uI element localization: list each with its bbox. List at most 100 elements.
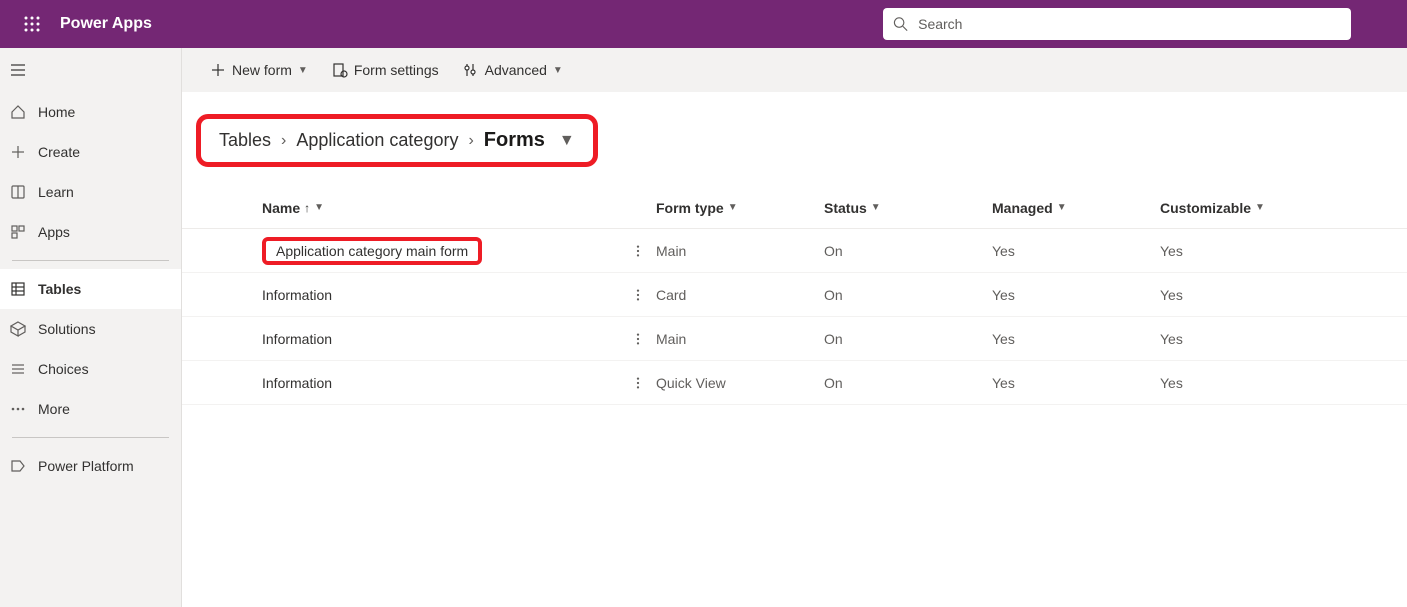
cell-customizable: Yes	[1160, 287, 1407, 303]
column-managed[interactable]: Managed ▼	[992, 200, 1160, 216]
column-label: Status	[824, 200, 867, 216]
waffle-icon	[24, 16, 40, 32]
sidebar-item-create[interactable]: Create	[0, 132, 181, 172]
sidebar-item-learn[interactable]: Learn	[0, 172, 181, 212]
chevron-down-icon: ▼	[1255, 202, 1265, 213]
advanced-button[interactable]: Advanced ▼	[455, 56, 571, 84]
column-status[interactable]: Status ▼	[824, 200, 992, 216]
cmd-label: Advanced	[485, 62, 547, 78]
new-form-button[interactable]: New form ▼	[202, 56, 316, 84]
column-customizable[interactable]: Customizable ▼	[1160, 200, 1407, 216]
chevron-down-icon: ▼	[553, 65, 563, 76]
cell-customizable: Yes	[1160, 375, 1407, 391]
table-row[interactable]: InformationCardOnYesYes	[182, 273, 1407, 317]
more-vertical-icon	[631, 244, 645, 258]
table-row[interactable]: Application category main formMainOnYesY…	[182, 229, 1407, 273]
sidebar-item-choices[interactable]: Choices	[0, 349, 181, 389]
chevron-right-icon: ›	[281, 132, 286, 150]
chevron-down-icon: ▼	[871, 202, 881, 213]
divider	[12, 260, 169, 261]
chevron-down-icon: ▼	[1057, 202, 1067, 213]
grid-icon	[10, 281, 26, 297]
breadcrumb-link-tables[interactable]: Tables	[219, 130, 271, 151]
sort-asc-icon: ↑	[304, 201, 310, 215]
column-label: Name	[262, 200, 300, 216]
form-settings-button[interactable]: Form settings	[324, 56, 447, 84]
sidebar-item-label: Power Platform	[38, 458, 134, 474]
list-icon	[10, 361, 26, 377]
cmd-label: Form settings	[354, 62, 439, 78]
sidebar-item-label: Tables	[38, 281, 81, 297]
row-menu-button[interactable]	[626, 371, 650, 395]
plus-icon	[210, 62, 226, 78]
book-icon	[10, 184, 26, 200]
forms-table: Name ↑ ▼ Form type ▼ Status ▼ Managed	[182, 187, 1407, 405]
chevron-down-icon: ▼	[314, 202, 324, 213]
hamburger-icon	[10, 62, 26, 78]
cell-status: On	[824, 331, 992, 347]
cell-form-type: Main	[656, 243, 824, 259]
form-name[interactable]: Information	[262, 375, 332, 391]
sliders-icon	[463, 62, 479, 78]
search-input[interactable]	[918, 16, 1341, 32]
sidebar-item-label: Choices	[38, 361, 89, 377]
sidebar-item-more[interactable]: More	[0, 389, 181, 429]
sidebar-item-home[interactable]: Home	[0, 92, 181, 132]
sidebar-item-powerplatform[interactable]: Power Platform	[0, 446, 181, 486]
app-title: Power Apps	[60, 15, 152, 33]
row-menu-button[interactable]	[626, 239, 650, 263]
cell-form-type: Main	[656, 331, 824, 347]
search-box[interactable]	[883, 8, 1351, 40]
sidebar-toggle[interactable]	[0, 48, 181, 92]
cmd-label: New form	[232, 62, 292, 78]
top-bar: Power Apps	[0, 0, 1407, 48]
more-vertical-icon	[631, 288, 645, 302]
sidebar-item-label: Home	[38, 104, 75, 120]
table-header: Name ↑ ▼ Form type ▼ Status ▼ Managed	[182, 187, 1407, 229]
column-name[interactable]: Name ↑ ▼	[246, 200, 626, 216]
more-vertical-icon	[631, 332, 645, 346]
form-name[interactable]: Information	[262, 331, 332, 347]
sidebar-item-label: More	[38, 401, 70, 417]
plus-icon	[10, 144, 26, 160]
main-area: New form ▼ Form settings Advanced ▼ Tabl…	[182, 48, 1407, 607]
cell-status: On	[824, 287, 992, 303]
command-bar: New form ▼ Form settings Advanced ▼	[182, 48, 1407, 92]
cell-status: On	[824, 243, 992, 259]
chevron-down-icon[interactable]: ▼	[559, 132, 575, 150]
sidebar-item-label: Solutions	[38, 321, 96, 337]
chevron-down-icon: ▼	[298, 65, 308, 76]
settings-form-icon	[332, 62, 348, 78]
sidebar-item-label: Learn	[38, 184, 74, 200]
cell-managed: Yes	[992, 331, 1160, 347]
table-row[interactable]: InformationMainOnYesYes	[182, 317, 1407, 361]
dots-icon	[10, 401, 26, 417]
cell-managed: Yes	[992, 375, 1160, 391]
sidebar: Home Create Learn Apps Tables	[0, 48, 182, 607]
form-name[interactable]: Application category main form	[276, 243, 468, 259]
cell-managed: Yes	[992, 287, 1160, 303]
column-label: Managed	[992, 200, 1053, 216]
row-menu-button[interactable]	[626, 327, 650, 351]
cube-icon	[10, 321, 26, 337]
form-name[interactable]: Information	[262, 287, 332, 303]
sidebar-item-tables[interactable]: Tables	[0, 269, 181, 309]
row-menu-button[interactable]	[626, 283, 650, 307]
search-icon	[893, 16, 908, 32]
breadcrumb: Tables › Application category › Forms ▼	[196, 114, 598, 167]
column-form-type[interactable]: Form type ▼	[656, 200, 824, 216]
waffle-menu[interactable]	[8, 16, 56, 32]
column-label: Customizable	[1160, 200, 1251, 216]
cell-customizable: Yes	[1160, 331, 1407, 347]
breadcrumb-current[interactable]: Forms	[484, 129, 545, 152]
table-row[interactable]: InformationQuick ViewOnYesYes	[182, 361, 1407, 405]
sidebar-item-solutions[interactable]: Solutions	[0, 309, 181, 349]
sidebar-item-label: Create	[38, 144, 80, 160]
chevron-down-icon: ▼	[728, 202, 738, 213]
cell-form-type: Card	[656, 287, 824, 303]
sidebar-item-apps[interactable]: Apps	[0, 212, 181, 252]
highlight-frame: Application category main form	[262, 237, 482, 265]
breadcrumb-link-category[interactable]: Application category	[296, 130, 458, 151]
more-vertical-icon	[631, 376, 645, 390]
divider	[12, 437, 169, 438]
